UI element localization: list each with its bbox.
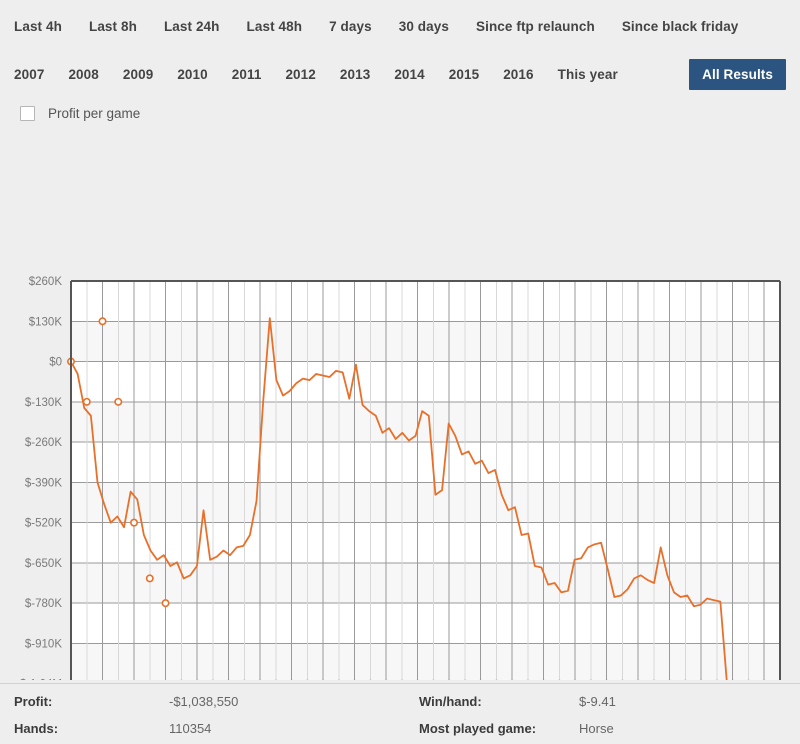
hands-value: 110354	[169, 721, 212, 736]
y-axis-tick-label: $-130K	[25, 397, 62, 409]
filter-2011[interactable]: 2011	[232, 61, 262, 88]
filter-2014[interactable]: 2014	[394, 61, 424, 88]
profit-value: -$1,038,550	[169, 694, 239, 709]
profit-per-game-label[interactable]: Profit per game	[48, 106, 140, 121]
y-axis-tick-label: $-260K	[25, 437, 62, 449]
filter-all-results[interactable]: All Results	[689, 58, 786, 90]
stat-row: Hands: 110354 Most played game: Horse	[14, 715, 800, 742]
filter-2016[interactable]: 2016	[503, 61, 533, 88]
profit-per-game-checkbox[interactable]	[20, 105, 35, 121]
profit-graph-page: Last 4h Last 8h Last 24h Last 48h 7 days 30 d…	[0, 0, 800, 744]
profit-label: Profit:	[14, 694, 53, 709]
grid-band	[71, 401, 780, 443]
filter-since-ftp-relaunch[interactable]: Since ftp relaunch	[476, 13, 595, 40]
filter-2013[interactable]: 2013	[340, 61, 370, 88]
filter-last-8h[interactable]: Last 8h	[89, 13, 137, 40]
summary-stats: Profit: -$1,038,550 Win/hand: $-9.41 Han…	[0, 683, 800, 744]
y-axis-tick-label: $-910K	[25, 638, 62, 650]
stat-row: Profit: -$1,038,550 Win/hand: $-9.41	[14, 688, 800, 715]
y-axis-tick-label: $-520K	[25, 518, 62, 530]
filter-last-48h[interactable]: Last 48h	[247, 13, 303, 40]
hands-label: Hands:	[14, 721, 59, 736]
grid-band	[71, 482, 780, 523]
y-axis-tick-label: $-780K	[25, 598, 62, 610]
profit-per-game-row: Profit per game	[0, 96, 800, 130]
filter-since-black-friday[interactable]: Since black friday	[622, 13, 739, 40]
mostplayed-value: Horse	[579, 721, 614, 736]
year-filter-bar: 2007 2008 2009 2010 2011 2012 2013 2014 2015 2016…	[0, 52, 800, 96]
y-axis-tick-label: $130K	[29, 316, 63, 328]
y-axis-tick-label: $-1.04M	[20, 679, 62, 680]
data-point-marker[interactable]	[98, 317, 107, 326]
y-axis-tick-label: $0	[49, 357, 62, 369]
y-axis-tick-label: $-390K	[25, 477, 62, 489]
data-point-marker[interactable]	[82, 397, 91, 406]
filter-last-24h[interactable]: Last 24h	[164, 13, 220, 40]
winhand-label: Win/hand:	[419, 694, 482, 709]
filter-this-year[interactable]: This year	[558, 61, 618, 88]
grid-band	[71, 562, 780, 604]
filter-2010[interactable]: 2010	[177, 61, 207, 88]
profit-chart: $260K $130K $0 $-130K $-260K $-390K $-520K $-65…	[0, 130, 800, 680]
profit-chart-svg[interactable]: $260K $130K $0 $-130K $-260K $-390K $-520K $-65…	[0, 130, 800, 680]
filter-2008[interactable]: 2008	[68, 61, 98, 88]
winhand-value: $-9.41	[579, 694, 616, 709]
filter-2012[interactable]: 2012	[285, 61, 315, 88]
data-point-marker[interactable]	[145, 574, 154, 583]
y-axis-tick-label: $-650K	[25, 558, 62, 570]
filter-2009[interactable]: 2009	[123, 61, 153, 88]
grid-band	[71, 321, 780, 362]
period-filter-bar: Last 4h Last 8h Last 24h Last 48h 7 days 30 d…	[0, 0, 800, 52]
grid-band	[71, 643, 780, 680]
data-point-marker[interactable]	[161, 599, 170, 608]
y-axis-tick-label: $260K	[29, 276, 63, 288]
filter-2007[interactable]: 2007	[14, 61, 44, 88]
data-point-marker[interactable]	[114, 397, 123, 406]
data-point-marker[interactable]	[130, 518, 139, 527]
filter-30-days[interactable]: 30 days	[399, 13, 449, 40]
mostplayed-label: Most played game:	[419, 721, 537, 736]
filter-last-4h[interactable]: Last 4h	[14, 13, 62, 40]
filter-2015[interactable]: 2015	[449, 61, 479, 88]
filter-7-days[interactable]: 7 days	[329, 13, 372, 40]
